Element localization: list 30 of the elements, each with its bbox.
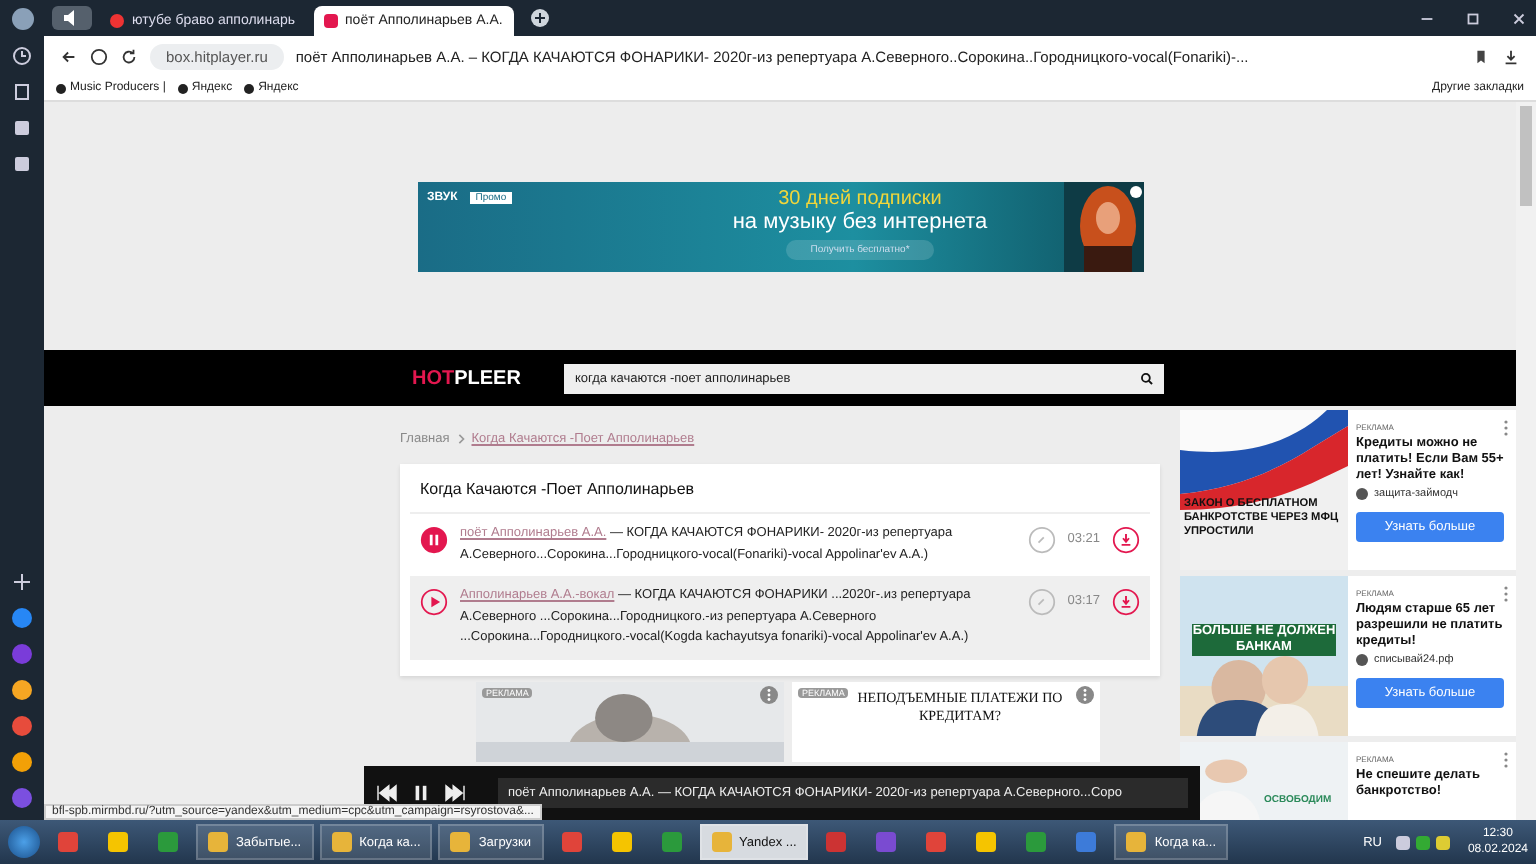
tile-icon[interactable]: [12, 118, 32, 138]
next-icon[interactable]: [444, 784, 466, 802]
tile-icon[interactable]: [12, 154, 32, 174]
banner-subline: на музыку без интернета: [732, 210, 988, 234]
reload-icon[interactable]: [120, 47, 138, 65]
pause-icon[interactable]: [410, 784, 432, 802]
site-icon: [1356, 488, 1368, 500]
plus-icon[interactable]: [12, 572, 32, 592]
download-icon[interactable]: [1502, 47, 1520, 65]
speaker-icon[interactable]: [52, 6, 92, 30]
more-icon[interactable]: [1076, 685, 1094, 703]
new-tab-icon[interactable]: [529, 8, 550, 28]
previous-icon[interactable]: [376, 784, 398, 802]
start-button[interactable]: [8, 826, 40, 858]
close-icon[interactable]: [1510, 9, 1528, 27]
site-logo[interactable]: HOTPLEER: [412, 367, 521, 389]
search-icon[interactable]: [1140, 371, 1155, 385]
play-icon[interactable]: [420, 588, 448, 616]
track-row[interactable]: [410, 576, 1150, 659]
card-title: Когда Качаются -Поет Апполинарьев: [410, 464, 1150, 514]
bookmark-icon[interactable]: [1472, 47, 1490, 65]
scrollbar[interactable]: [1516, 102, 1536, 820]
back-icon[interactable]: [60, 47, 78, 65]
more-icon[interactable]: [760, 685, 778, 703]
chevron-icon: [455, 432, 466, 446]
banner-headline: 30 дней подписки: [778, 188, 942, 210]
clock-icon[interactable]: [12, 46, 32, 66]
maximize-icon[interactable]: [1464, 9, 1482, 27]
site-icon: [1356, 653, 1368, 666]
avatar-icon[interactable]: [11, 8, 33, 30]
